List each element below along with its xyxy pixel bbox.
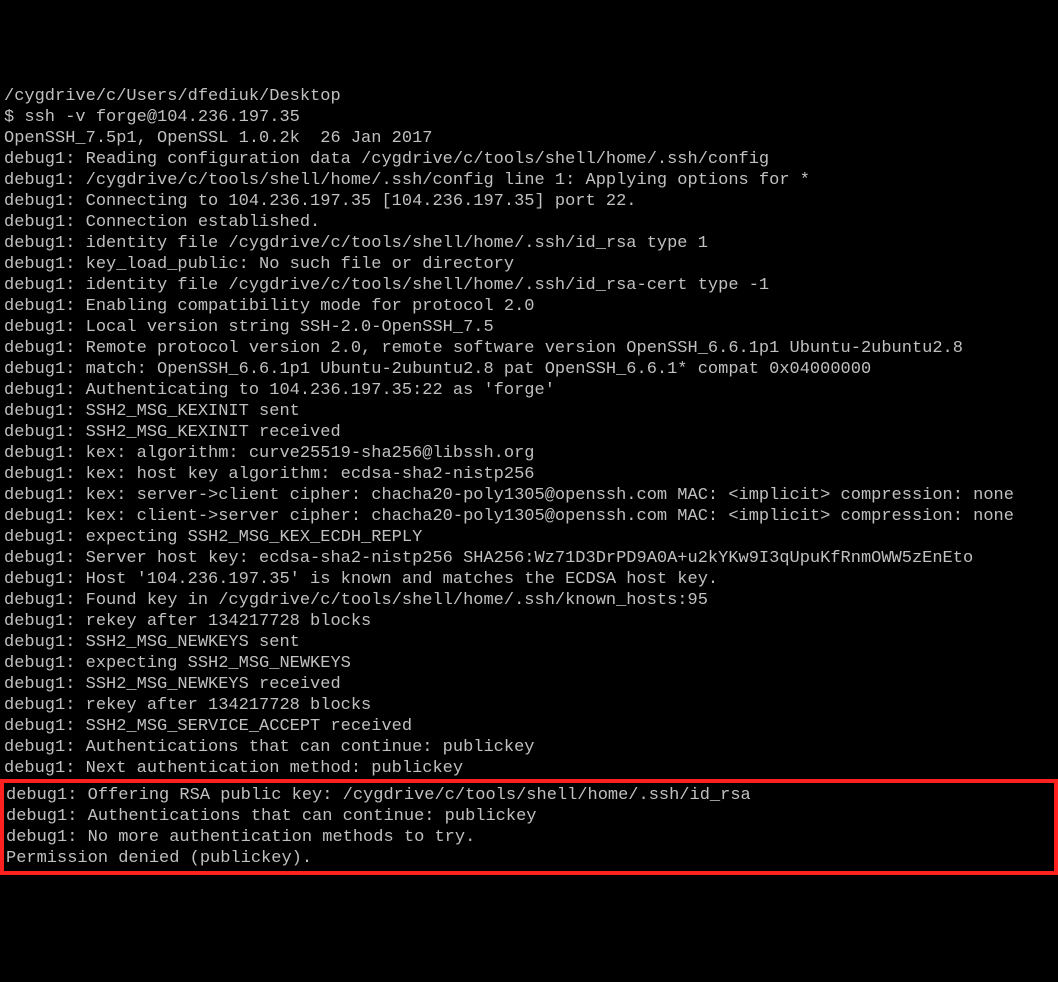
terminal-command-line[interactable]: $ ssh -v forge@104.236.197.35 [4,107,1054,128]
terminal-output-line: debug1: rekey after 134217728 blocks [4,695,1054,716]
terminal-output-line: debug1: SSH2_MSG_NEWKEYS received [4,674,1054,695]
terminal-highlighted-output: debug1: Offering RSA public key: /cygdri… [0,779,1058,875]
terminal-output-line: debug1: expecting SSH2_MSG_NEWKEYS [4,653,1054,674]
terminal-output-line: debug1: SSH2_MSG_SERVICE_ACCEPT received [4,716,1054,737]
terminal-highlighted-line: Permission denied (publickey). [6,848,1052,869]
terminal-output-line: debug1: Remote protocol version 2.0, rem… [4,338,1054,359]
terminal-highlighted-line: debug1: Offering RSA public key: /cygdri… [6,785,1052,806]
terminal-output-line: debug1: rekey after 134217728 blocks [4,611,1054,632]
terminal-output-line: debug1: kex: host key algorithm: ecdsa-s… [4,464,1054,485]
terminal-output-line: debug1: match: OpenSSH_6.6.1p1 Ubuntu-2u… [4,359,1054,380]
terminal-output-line: debug1: /cygdrive/c/tools/shell/home/.ss… [4,170,1054,191]
terminal-output-line: debug1: SSH2_MSG_KEXINIT sent [4,401,1054,422]
terminal-output-line: debug1: Found key in /cygdrive/c/tools/s… [4,590,1054,611]
terminal-output-line: debug1: SSH2_MSG_KEXINIT received [4,422,1054,443]
terminal-output-line: debug1: Local version string SSH-2.0-Ope… [4,317,1054,338]
terminal-output-line: debug1: Enabling compatibility mode for … [4,296,1054,317]
terminal-output-line: OpenSSH_7.5p1, OpenSSL 1.0.2k 26 Jan 201… [4,128,1054,149]
terminal-output-line: debug1: identity file /cygdrive/c/tools/… [4,233,1054,254]
terminal-output-line: debug1: expecting SSH2_MSG_KEX_ECDH_REPL… [4,527,1054,548]
terminal-output-line: debug1: Connection established. [4,212,1054,233]
terminal-output-line: debug1: key_load_public: No such file or… [4,254,1054,275]
terminal-output-line: debug1: SSH2_MSG_NEWKEYS sent [4,632,1054,653]
terminal-output-line: debug1: Host '104.236.197.35' is known a… [4,569,1054,590]
terminal-output-line: debug1: Connecting to 104.236.197.35 [10… [4,191,1054,212]
terminal-output-line: debug1: kex: client->server cipher: chac… [4,506,1054,527]
terminal-highlighted-line: debug1: Authentications that can continu… [6,806,1052,827]
terminal-output-line: debug1: Next authentication method: publ… [4,758,1054,779]
terminal-output-line: debug1: kex: server->client cipher: chac… [4,485,1054,506]
terminal-command: ssh -v forge@104.236.197.35 [24,108,299,127]
terminal-prompt: $ [4,108,24,127]
terminal-output-line: debug1: identity file /cygdrive/c/tools/… [4,275,1054,296]
terminal-output-line: debug1: Authenticating to 104.236.197.35… [4,380,1054,401]
terminal-output-line: debug1: Authentications that can continu… [4,737,1054,758]
terminal-output-line: debug1: Server host key: ecdsa-sha2-nist… [4,548,1054,569]
terminal-cwd: /cygdrive/c/Users/dfediuk/Desktop [4,86,1054,107]
terminal-output-line: debug1: Reading configuration data /cygd… [4,149,1054,170]
terminal-output-line: debug1: kex: algorithm: curve25519-sha25… [4,443,1054,464]
terminal-highlighted-line: debug1: No more authentication methods t… [6,827,1052,848]
terminal-output: OpenSSH_7.5p1, OpenSSL 1.0.2k 26 Jan 201… [4,128,1054,779]
